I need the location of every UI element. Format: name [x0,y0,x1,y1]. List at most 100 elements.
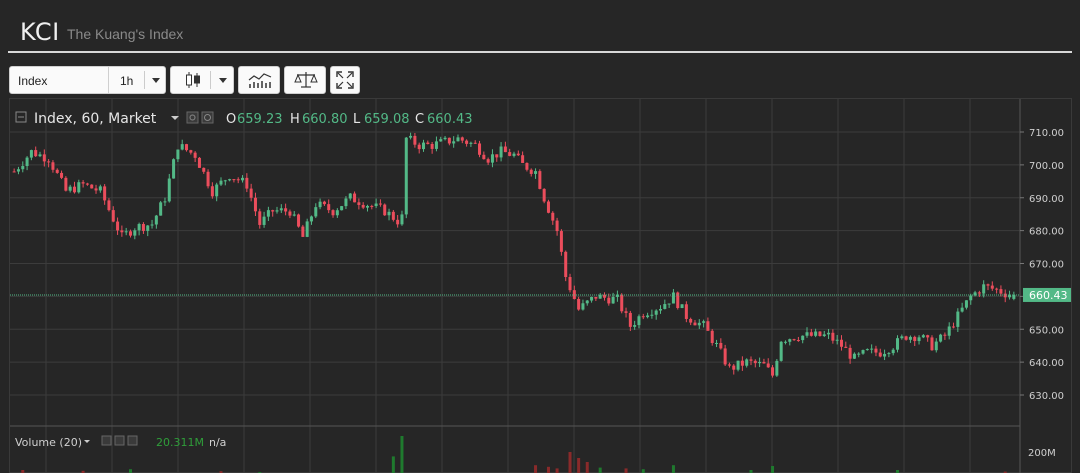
candle-body [499,146,503,158]
candle-body [715,342,719,344]
candle-body [964,300,968,308]
fullscreen-button[interactable] [330,66,360,94]
close-value: 660.43 [427,112,473,127]
y-tick-label: 680.00 [1029,227,1064,238]
close-icon[interactable] [127,435,138,446]
header-divider [8,51,1072,53]
candle-body [55,169,59,173]
candle-body [223,180,227,182]
volume-bar [598,467,602,473]
candle-body [727,364,731,366]
candle-body [689,318,693,323]
candle-body [193,152,197,158]
candle-body [775,360,779,376]
candle-body [667,303,671,305]
candle-body [874,348,878,353]
candle-body [947,326,951,336]
candle-body [939,334,943,342]
candle-body [900,336,904,339]
candle-body [361,204,365,208]
candle-body [977,292,981,294]
settings-icon[interactable] [201,111,214,124]
candle-body [654,310,658,315]
symbol-input[interactable]: Index [9,66,109,94]
candle-body [555,220,559,232]
candle-body [534,171,538,174]
candle-body [986,284,990,286]
compare-scale-icon [294,72,318,88]
candle-body [844,346,848,348]
candle-body [801,335,805,341]
settings-icon[interactable] [114,435,125,446]
volume-axis-tick: 200M [1028,448,1056,459]
candle-body [706,321,710,331]
candle-body [904,336,908,340]
candle-body [137,224,141,231]
compare-button[interactable] [284,66,326,94]
interval-select[interactable]: 1h [108,66,166,94]
volume-title[interactable]: Volume (20) [15,436,82,449]
candle-body [141,224,145,231]
series-legend: Index, 60, Market O 659.23 H 660.80 L 65… [15,111,473,127]
candle-body [792,339,796,341]
candle-body [430,143,434,149]
volume-bar [400,436,404,473]
last-price-label: 660.43 [1029,289,1068,302]
chart-container: 710.00700.00690.00680.00670.00660.00650.… [9,98,1072,473]
candle-body [409,135,413,138]
candle-body [508,152,512,156]
candle-body [827,332,831,335]
candle-body [297,214,301,227]
chevron-down-icon[interactable] [84,440,90,443]
candle-body [146,225,150,231]
candle-body [465,140,469,144]
app-header: KCI The Kuang's Index [0,0,1080,53]
candle-body [279,208,283,211]
candle-body [90,184,94,189]
interval-label: 1h [120,74,134,88]
candle-body [607,297,611,304]
candle-body [469,142,473,144]
candle-body [542,188,546,202]
candle-body [344,198,348,207]
candlestick-icon [186,72,200,88]
chevron-down-icon[interactable] [152,78,160,83]
high-value: 660.80 [302,112,348,127]
candle-body [120,230,124,233]
candle-body [895,338,900,350]
candle-body [956,311,960,327]
candle-body [999,289,1003,294]
candle-body [292,214,296,216]
y-tick-label: 650.00 [1029,325,1064,336]
candle-body [585,300,589,304]
price-chart[interactable]: 710.00700.00690.00680.00670.00660.00650.… [10,99,1073,473]
chevron-down-icon[interactable] [219,78,227,83]
candle-body [719,342,723,349]
candle-body [236,179,240,181]
candle-body [374,203,378,207]
candle-body [232,179,236,181]
candle-body [94,188,98,191]
low-value: 659.08 [364,112,410,127]
indicators-button[interactable] [238,66,280,94]
candle-body [521,155,525,163]
eye-icon[interactable] [186,111,199,124]
candle-body [422,142,426,150]
candle-body [12,171,16,173]
candle-body [835,339,839,341]
candle-body [663,304,667,309]
candle-body [753,360,757,364]
candle-body [197,157,201,168]
chart-style-button[interactable] [170,66,234,94]
candle-body [637,316,641,326]
candle-body [460,137,464,141]
candle-body [749,359,753,361]
eye-icon[interactable] [101,435,112,446]
candle-body [206,171,210,187]
indicators-icon [248,73,272,88]
candle-body [21,166,25,170]
candle-body [370,205,374,207]
candle-body [839,339,843,347]
series-title[interactable]: Index, 60, Market [34,111,157,127]
candle-body [172,159,176,179]
